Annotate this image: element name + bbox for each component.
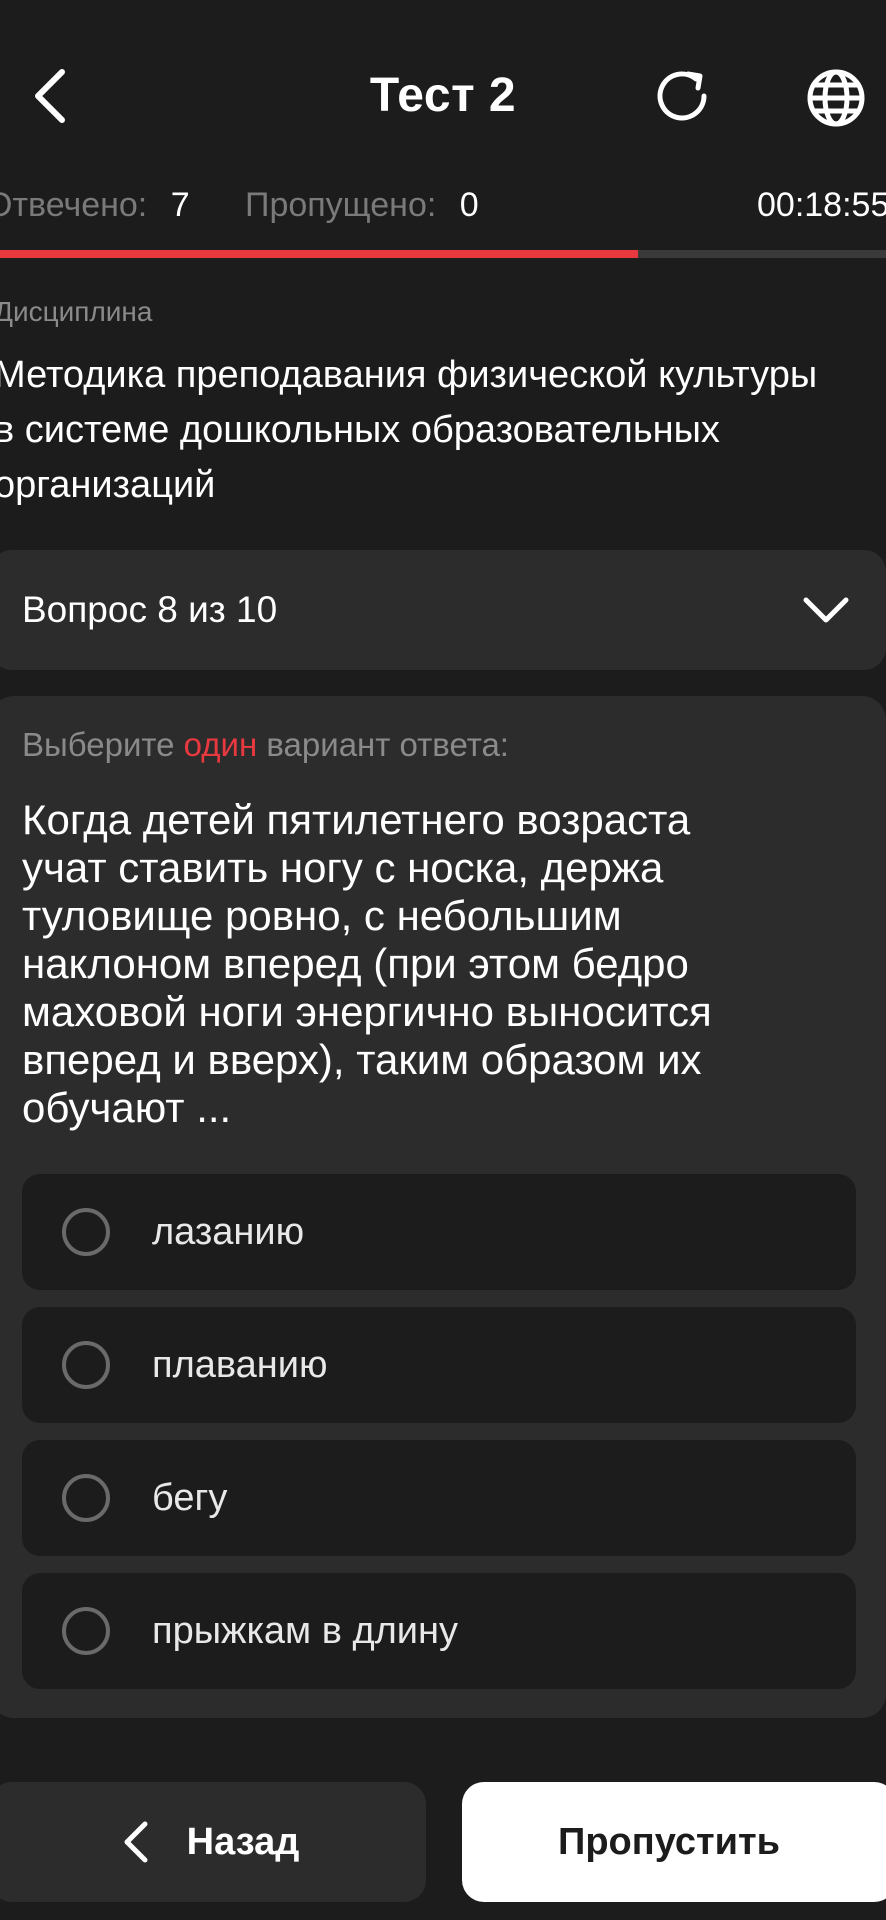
answer-option[interactable]: лазанию [22, 1174, 856, 1290]
timer: 00:18:55 [757, 186, 886, 224]
question-selector-label: Вопрос 8 из 10 [22, 589, 278, 630]
skipped-label: Пропущено: [245, 186, 437, 224]
stats-bar: Отвечено: 7 Пропущено: 0 00:18:55 [0, 186, 886, 236]
option-label: прыжкам в длину [152, 1609, 459, 1652]
option-label: лазанию [152, 1210, 305, 1253]
back-button[interactable]: Назад [0, 1782, 426, 1902]
instruction-suffix: вариант ответа: [257, 726, 509, 763]
test-screen: Тест 2 Отвечено: 7 Пропущено: 0 00:18:55… [0, 0, 886, 1920]
globe-icon[interactable] [800, 62, 872, 134]
discipline-label: Дисциплина [0, 296, 153, 327]
back-button-label: Назад [186, 1820, 300, 1863]
answer-option[interactable]: прыжкам в длину [22, 1573, 856, 1689]
skipped-stat: Пропущено: 0 [245, 186, 479, 225]
reload-icon[interactable] [648, 62, 720, 134]
answered-label: Отвечено: [0, 186, 148, 224]
answer-instruction: Выберите один вариант ответа: [22, 726, 509, 764]
progress-bar [0, 250, 886, 258]
answered-value: 7 [170, 186, 190, 224]
answer-option[interactable]: бегу [22, 1440, 856, 1556]
discipline-name: Методика преподавания физической культур… [0, 354, 818, 506]
instruction-accent: один [183, 726, 258, 763]
option-label: бегу [152, 1476, 228, 1519]
radio-button[interactable] [62, 1474, 110, 1522]
progress-fill [0, 250, 638, 258]
page-title: Тест 2 [369, 69, 517, 122]
chevron-left-icon [117, 1820, 157, 1864]
header: Тест 2 Отвечено: 7 Пропущено: 0 00:18:55 [0, 0, 886, 224]
skip-button-label: Пропустить [558, 1820, 780, 1863]
answer-option[interactable]: плаванию [22, 1307, 856, 1423]
answered-stat: Отвечено: 7 [0, 186, 190, 225]
radio-button[interactable] [62, 1607, 110, 1655]
question-selector[interactable]: Вопрос 8 из 10 [0, 550, 886, 670]
question-card: Выберите один вариант ответа: Когда дете… [0, 696, 886, 1718]
radio-button[interactable] [62, 1208, 110, 1256]
question-text: Когда детей пятилетнего возраста учат ст… [22, 796, 712, 1131]
skipped-value: 0 [459, 186, 479, 224]
option-label: плаванию [152, 1343, 328, 1386]
radio-button[interactable] [62, 1341, 110, 1389]
chevron-down-icon [802, 590, 850, 630]
skip-button[interactable]: Пропустить [462, 1782, 886, 1902]
instruction-prefix: Выберите [22, 726, 184, 763]
